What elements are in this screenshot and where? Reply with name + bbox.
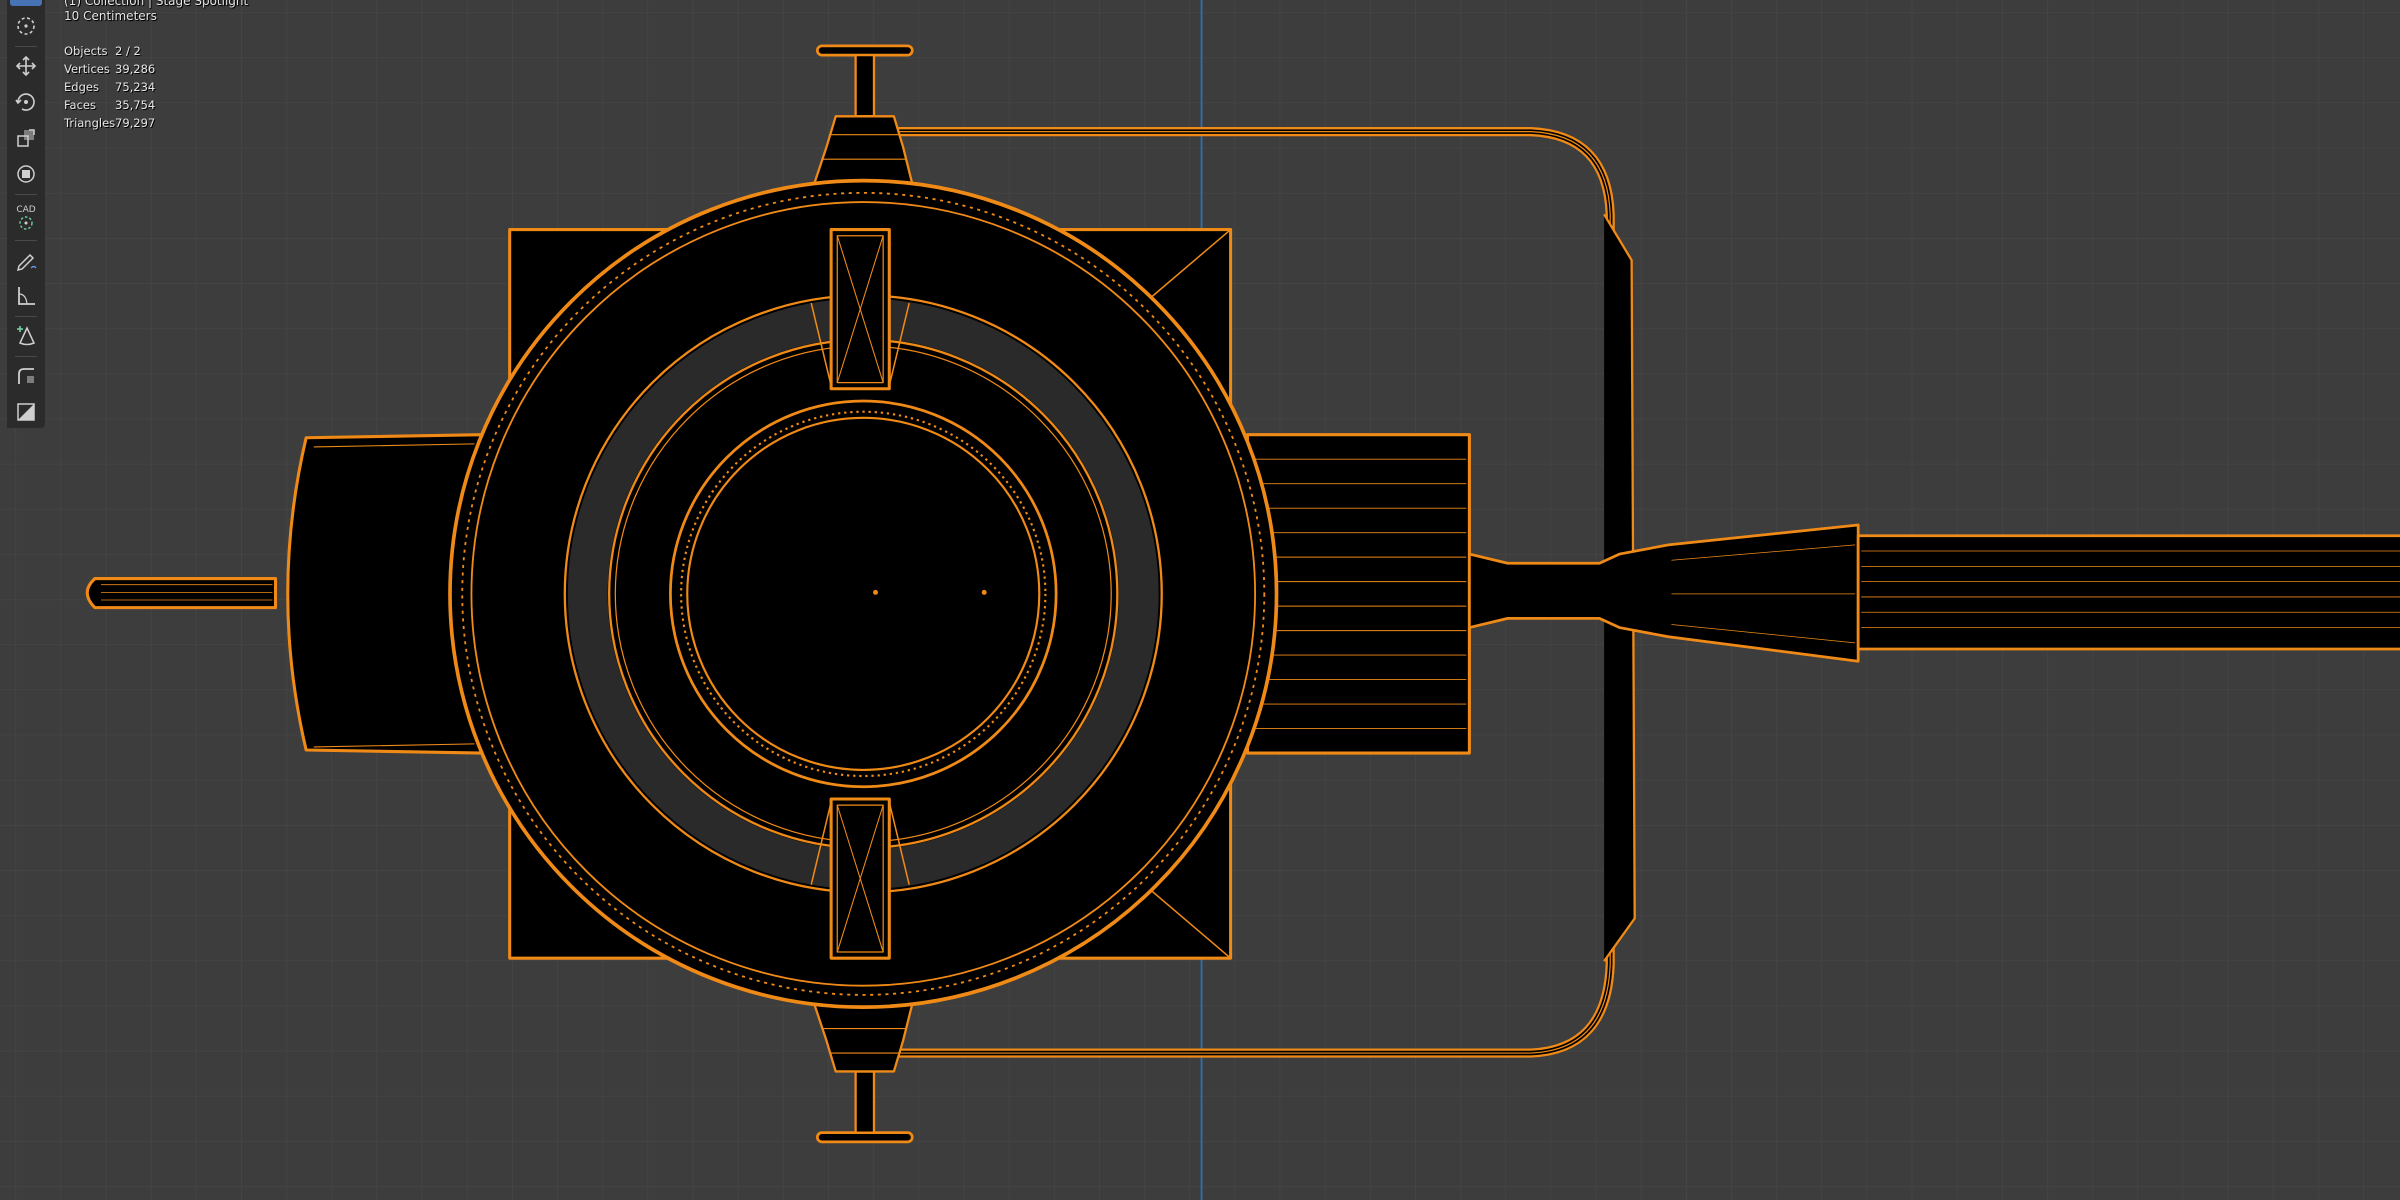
stat-value: 79,297 (115, 116, 156, 130)
image-tool[interactable] (10, 396, 42, 428)
3d-viewport[interactable]: (1) Collection | Stage Spotlight 10 Cent… (0, 0, 2400, 1200)
active-tool-indicator (10, 0, 42, 6)
stat-label: Triangles (64, 116, 116, 130)
cad-cursor-tool[interactable]: CAD (10, 198, 42, 236)
toolbar-separator (15, 240, 37, 241)
wireframe-scene[interactable] (0, 0, 2400, 1200)
move-tool[interactable] (10, 50, 42, 82)
stat-value: 39,286 (115, 62, 156, 76)
front-knob (85, 577, 278, 610)
stat-value: 75,234 (115, 80, 156, 94)
add-cone-tool[interactable] (10, 320, 42, 352)
ruler-icon (18, 287, 35, 305)
stat-row-vertices: Vertices 39,286 (64, 60, 155, 78)
stat-row-triangles: Triangles 79,297 (64, 114, 155, 132)
toolbar-separator (15, 316, 37, 317)
add-cone-icon (17, 326, 36, 346)
ballast-block (1245, 433, 1471, 755)
scale-icon (17, 129, 35, 147)
rotate-icon (15, 93, 35, 111)
pencil-icon (16, 253, 37, 272)
toolbar-separator (15, 194, 37, 195)
rotate-tool[interactable] (10, 86, 42, 118)
measure-tool[interactable] (10, 280, 42, 312)
origin-point (873, 589, 878, 595)
scene-statistics: Objects 2 / 2 Vertices 39,286 Edges 75,2… (64, 42, 155, 132)
toolbar-separator (15, 356, 37, 357)
bevel-icon (18, 368, 34, 384)
transform-tool[interactable] (10, 158, 42, 190)
transform-icon (17, 165, 35, 183)
stat-value: 2 / 2 (115, 44, 141, 58)
grid-scale-label: 10 Centimeters (64, 9, 157, 23)
stat-row-faces: Faces 35,754 (64, 96, 155, 114)
svg-text:CAD: CAD (16, 205, 35, 215)
move-arrows-icon (15, 55, 37, 77)
select-circle-icon (17, 17, 35, 35)
cad-cursor-icon: CAD (16, 205, 36, 230)
image-icon (17, 403, 35, 421)
bevel-tool[interactable] (10, 360, 42, 392)
stat-label: Vertices (64, 62, 110, 76)
stat-label: Objects (64, 44, 108, 58)
select-circle-tool[interactable] (10, 10, 42, 42)
stat-row-edges: Edges 75,234 (64, 78, 155, 96)
stat-row-objects: Objects 2 / 2 (64, 42, 155, 60)
stat-label: Faces (64, 98, 96, 112)
viewport-header-info: (1) Collection | Stage Spotlight 10 Cent… (64, 0, 248, 24)
stat-value: 35,754 (115, 98, 156, 112)
tool-shelf: CAD (7, 0, 45, 428)
scale-tool[interactable] (10, 122, 42, 154)
stat-label: Edges (64, 80, 99, 94)
power-cable (1856, 534, 2400, 651)
toolbar-separator (15, 46, 37, 47)
annotate-tool[interactable] (10, 244, 42, 276)
origin-point (981, 589, 987, 595)
collection-label: (1) Collection | Stage Spotlight (64, 0, 249, 8)
